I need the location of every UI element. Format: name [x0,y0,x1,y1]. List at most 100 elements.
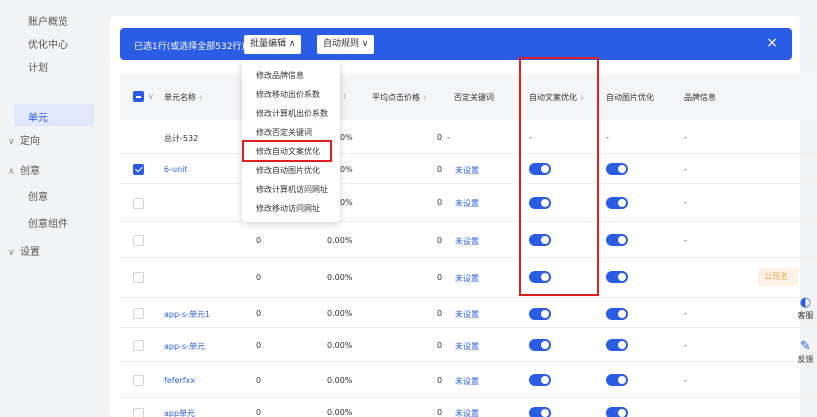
neg-kw-link[interactable]: 未设置 [455,341,479,352]
menu-item-pc-bid[interactable]: 修改计算机出价系数 [256,108,328,119]
row-checkbox[interactable] [133,308,144,319]
sidebar-item-optimization[interactable]: 优化中心 [28,36,68,51]
sidebar-group-label: 创意 [20,166,40,177]
column-label: 平均点击价格 [372,93,420,102]
column-header-name[interactable]: 单元名称 ⇕ [164,92,204,103]
sidebar-group-creative[interactable]: ∧ 创意 [8,162,40,177]
unit-name-link[interactable]: feferfxx [164,376,195,385]
customer-service-button[interactable]: ◐ 客服 [794,296,817,321]
row-checkbox[interactable] [133,272,144,283]
menu-item-mobile-url[interactable]: 修改移动访问网址 [256,203,320,214]
unit-name-link[interactable]: app-s-单元 [164,341,205,352]
unit-name-link[interactable]: app-s-单元1 [164,309,210,320]
sidebar-group-label: 设置 [20,247,40,258]
headset-icon: ◐ [799,295,812,310]
selection-count[interactable]: 已选1行(或选择全部532行) [134,39,245,52]
row-checkbox[interactable] [133,235,144,246]
batch-action-bar: 已选1行(或选择全部532行) 批量编辑 ∧ 自动规则 ∨ × [120,28,792,60]
brand-cell: - [684,165,687,174]
unit-name-link[interactable]: 6-unit [164,165,187,174]
brand-tag: 公司名 [758,268,798,286]
menu-item-auto-image[interactable]: 修改自动图片优化 [256,165,320,176]
sidebar-item-overview[interactable]: 账户概览 [28,13,68,28]
sidebar-group-label: 定向 [20,136,40,147]
avg-cpc-cell: 0 [437,236,443,245]
menu-item-negative-keywords[interactable]: 修改否定关键词 [256,127,312,138]
clicks-cell: 0 [256,309,262,318]
neg-kw-link[interactable]: 未设置 [455,165,479,176]
neg-kw-link[interactable]: 未设置 [455,273,479,284]
auto-image-toggle[interactable] [606,163,628,175]
clicks-cell: 0 [256,341,262,350]
auto-rule-button[interactable]: 自动规则 ∨ [317,35,375,54]
sidebar-item-adgroup[interactable]: 单元 [28,109,48,124]
ctr-cell: 0.00% [327,376,353,385]
column-header-brand[interactable]: 品牌信息 [684,92,716,103]
auto-image-toggle[interactable] [606,234,628,246]
auto-image-toggle[interactable] [606,308,628,320]
auto-image-toggle[interactable] [606,339,628,351]
clicks-cell: 0 [256,408,262,417]
total-ctr: 0% [340,133,353,142]
column-header-negative-keywords[interactable]: 否定关键词 [454,92,494,103]
sidebar-item-creative-component[interactable]: 创意组件 [28,215,68,230]
neg-kw-link[interactable]: 未设置 [455,236,479,247]
feedback-label: 反馈 [797,355,814,364]
unit-name-link[interactable]: app单元 [164,408,195,417]
select-all-checkbox[interactable] [133,91,144,102]
auto-text-toggle[interactable] [529,339,551,351]
sidebar-group-settings[interactable]: ∨ 设置 [8,243,40,258]
highlight-box-column [519,57,599,296]
auto-text-toggle[interactable] [529,308,551,320]
row-checkbox[interactable] [133,164,144,175]
auto-image-toggle[interactable] [606,374,628,386]
clicks-cell: 0 [256,376,262,385]
chevron-up-icon: ∧ [8,167,15,177]
total-label: 总计-532 [164,134,199,143]
brand-cell: - [684,198,687,207]
auto-text-toggle[interactable] [529,407,551,417]
column-header-avg-cpc[interactable]: 平均点击价格 ⇕ [372,92,428,103]
sidebar-item-creative[interactable]: 创意 [28,188,48,203]
menu-item-pc-url[interactable]: 修改计算机访问网址 [256,184,328,195]
batch-edit-button[interactable]: 批量编辑 ∧ [244,35,302,54]
avg-cpc-cell: 0 [437,198,443,207]
sidebar-item-campaign[interactable]: 计划 [28,59,48,74]
neg-kw-link[interactable]: 未设置 [455,376,479,387]
chevron-down-icon[interactable]: ∨ [148,92,154,101]
neg-kw-link[interactable]: 未设置 [455,408,479,417]
row-checkbox[interactable] [133,408,144,417]
sort-icon[interactable]: ⇕ [340,92,348,101]
menu-item-brand-info[interactable]: 修改品牌信息 [256,70,304,81]
chevron-down-icon: ∨ [8,137,15,147]
brand-cell: - [684,236,687,245]
ctr-cell: 0.00% [327,309,353,318]
chevron-down-icon: ∨ [8,248,15,258]
menu-item-mobile-bid[interactable]: 修改移动出价系数 [256,89,320,100]
row-checkbox[interactable] [133,375,144,386]
sidebar-group-targeting[interactable]: ∨ 定向 [8,132,40,147]
auto-image-toggle[interactable] [606,407,628,417]
batch-edit-label: 批量编辑 [250,39,287,49]
column-header-auto-image[interactable]: 自动图片优化 [606,92,654,103]
total-neg-kw: - [447,133,450,142]
row-checkbox[interactable] [133,198,144,209]
row-checkbox[interactable] [133,340,144,351]
feedback-button[interactable]: ✎ 反馈 [794,340,817,365]
total-brand: - [684,133,687,142]
ctr-cell: 0.00% [327,273,353,282]
ctr-cell: 0% [340,165,353,174]
neg-kw-link[interactable]: 未设置 [455,309,479,320]
sort-icon: ⇕ [198,94,204,102]
auto-image-toggle[interactable] [606,271,628,283]
neg-kw-link[interactable]: 未设置 [455,198,479,209]
customer-service-label: 客服 [797,311,814,320]
edit-icon: ✎ [800,339,811,354]
total-auto-image: - [606,133,609,142]
sidebar-active-bg [14,104,94,126]
column-label: 单元名称 [164,93,196,102]
auto-text-toggle[interactable] [529,374,551,386]
auto-rule-label: 自动规则 [323,39,360,49]
auto-image-toggle[interactable] [606,197,628,209]
close-icon[interactable]: × [766,35,778,51]
